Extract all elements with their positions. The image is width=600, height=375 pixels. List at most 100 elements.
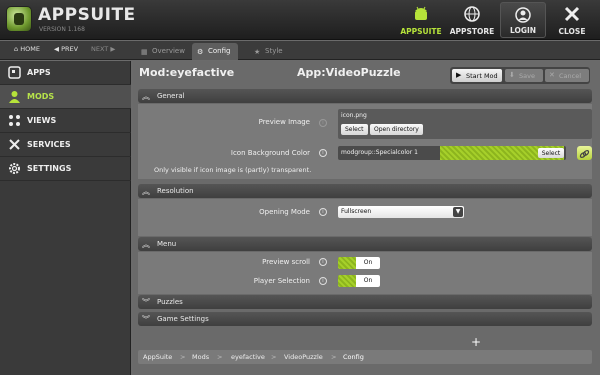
section-menu-label: Menu <box>157 240 177 248</box>
start-mod-button[interactable]: ▶ Start Mod <box>452 69 502 82</box>
bg-color-value: modgroup::Specialcolor 1 <box>341 149 418 156</box>
sidebar-item-apps[interactable]: APPS <box>0 61 131 85</box>
breadcrumb-separator: > <box>217 353 223 361</box>
info-icon: i <box>319 258 327 266</box>
cancel-label: Cancel <box>559 72 582 80</box>
close-icon: ✕ <box>549 71 555 79</box>
grid-icon: ▦ <box>141 48 148 56</box>
login-button-label: LOGIN <box>509 26 537 35</box>
apps-icon <box>8 66 21 79</box>
app-name: VideoPuzzle <box>325 66 401 79</box>
tab-style-label: Style <box>265 47 283 55</box>
appstore-button-label: APPSTORE <box>449 27 495 36</box>
link-icon <box>579 150 590 158</box>
section-game-settings-label: Game Settings <box>157 315 209 323</box>
section-resolution-label: Resolution <box>157 187 194 195</box>
grid-icon <box>9 115 20 126</box>
info-icon: i <box>319 119 327 127</box>
android-icon <box>415 6 427 20</box>
preview-image-label: Preview Image <box>258 118 310 126</box>
home-link[interactable]: ⌂ HOME <box>14 45 40 53</box>
sidebar-item-settings[interactable]: SETTINGS <box>0 157 131 181</box>
mod-title: Mod:eyefactive <box>139 66 234 79</box>
save-button[interactable]: ⬇ Save <box>505 69 543 82</box>
section-general[interactable]: ︽ General <box>138 89 592 103</box>
appsuite-button[interactable]: APPSUITE <box>400 2 442 38</box>
breadcrumb-item[interactable]: eyefactive <box>231 353 265 361</box>
login-button[interactable]: LOGIN <box>500 2 546 38</box>
info-icon: i <box>319 277 327 285</box>
breadcrumb-item[interactable]: VideoPuzzle <box>284 353 323 361</box>
section-menu[interactable]: ︽ Menu <box>138 237 592 251</box>
section-puzzles[interactable]: ︾ Puzzles <box>138 295 592 309</box>
tab-config-label: Config <box>208 47 231 55</box>
nav-bar: ⌂ HOME ◀ PREV NEXT ▶ ▦ Overview ⚙ Config… <box>0 41 600 60</box>
sidebar-item-label: SERVICES <box>27 140 71 149</box>
appstore-button[interactable]: APPSTORE <box>448 2 496 38</box>
player-selection-label: Player Selection <box>253 277 310 285</box>
preview-scroll-label: Preview scroll <box>262 258 310 266</box>
sidebar-item-services[interactable]: SERVICES <box>0 133 131 157</box>
bg-color-hint: Only visible if icon image is (partly) t… <box>154 166 312 174</box>
tab-config[interactable]: ⚙ Config <box>192 43 239 60</box>
sidebar-item-views[interactable]: VIEWS <box>0 109 131 133</box>
app-prefix: App: <box>297 66 326 79</box>
section-puzzles-label: Puzzles <box>157 298 183 306</box>
open-directory-button[interactable]: Open directory <box>370 124 423 135</box>
chevron-up-icon: ︽ <box>142 187 150 196</box>
opening-mode-select[interactable]: Fullscreen ▼ <box>338 206 464 218</box>
chevron-up-icon: ︽ <box>142 92 150 101</box>
breadcrumb-item[interactable]: AppSuite <box>143 353 172 361</box>
next-label: NEXT <box>91 45 109 53</box>
bg-color-field[interactable]: modgroup::Specialcolor 1 Select <box>338 146 566 160</box>
info-icon: i <box>319 149 327 157</box>
chevron-up-icon: ︽ <box>142 240 150 249</box>
preview-scroll-toggle[interactable]: On <box>338 257 380 269</box>
sidebar-item-mods[interactable]: MODS <box>0 85 131 109</box>
cancel-button[interactable]: ✕ Cancel <box>545 69 589 82</box>
link-button[interactable] <box>577 146 592 160</box>
bg-color-select-button[interactable]: Select <box>538 148 564 158</box>
menu-content: Preview scroll i On Player Selection i O… <box>138 252 592 294</box>
breadcrumb-separator: > <box>271 353 277 361</box>
tab-overview[interactable]: ▦ Overview <box>136 43 193 60</box>
globe-icon <box>464 6 480 22</box>
play-icon: ▶ <box>456 71 462 79</box>
preview-image-box: icon.png Select Open directory <box>338 109 592 139</box>
close-button[interactable]: CLOSE <box>550 2 594 38</box>
section-game-settings[interactable]: ︾ Game Settings <box>138 312 592 326</box>
toggle-knob <box>338 275 356 287</box>
chevron-down-icon: ▼ <box>453 207 463 217</box>
user-icon <box>515 7 531 23</box>
prev-label: PREV <box>61 45 79 53</box>
action-button-group: ▶ Start Mod ⬇ Save ✕ Cancel <box>450 67 590 84</box>
app-title: APPSUITE <box>38 5 136 25</box>
section-resolution[interactable]: ︽ Resolution <box>138 184 592 198</box>
opening-mode-label: Opening Mode <box>259 208 310 216</box>
next-link[interactable]: NEXT ▶ <box>91 45 115 53</box>
top-bar: APPSUITE VERSION 1.168 APPSUITE APPSTORE <box>0 0 600 40</box>
tab-style[interactable]: ★ Style <box>249 43 291 60</box>
breadcrumb-item-current: Config <box>343 353 364 361</box>
preview-scroll-value: On <box>356 257 380 269</box>
select-image-button[interactable]: Select <box>341 124 368 135</box>
prev-link[interactable]: ◀ PREV <box>54 45 78 53</box>
player-selection-toggle[interactable]: On <box>338 275 380 287</box>
sidebar-item-label: VIEWS <box>27 116 57 125</box>
crosshair-cursor-icon: + <box>471 335 482 349</box>
chevron-right-icon: ▶ <box>110 45 116 53</box>
start-mod-label: Start Mod <box>466 72 498 80</box>
section-general-label: General <box>157 92 185 100</box>
breadcrumb-separator: > <box>180 353 186 361</box>
mod-name: eyefactive <box>169 66 235 79</box>
preview-image-filename: icon.png <box>341 112 367 119</box>
app-window: APPSUITE VERSION 1.168 APPSUITE APPSTORE <box>0 0 600 375</box>
close-icon <box>564 6 580 22</box>
toggle-knob <box>338 257 356 269</box>
chevron-down-icon: ︾ <box>142 315 150 324</box>
save-label: Save <box>519 72 535 80</box>
app-version: VERSION 1.168 <box>39 26 85 33</box>
close-button-label: CLOSE <box>558 27 586 36</box>
appsuite-logo-icon <box>6 6 32 32</box>
breadcrumb-item[interactable]: Mods <box>192 353 209 361</box>
